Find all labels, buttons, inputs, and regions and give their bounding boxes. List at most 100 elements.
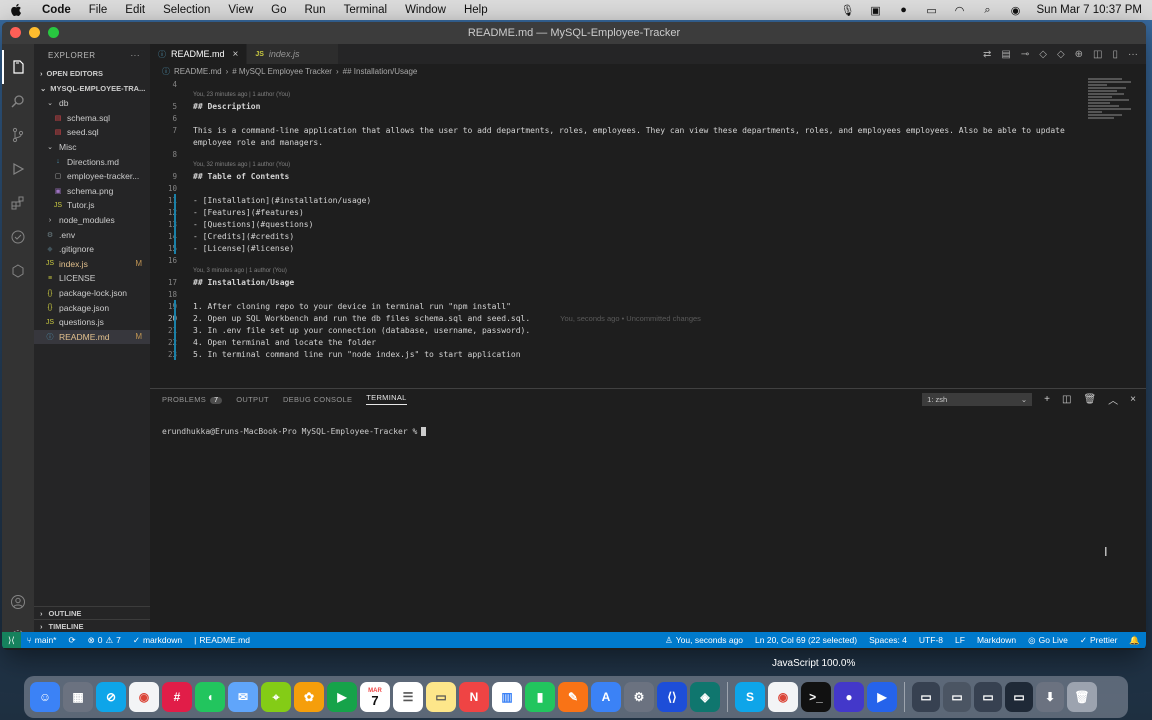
open-preview-icon[interactable]: ▤	[1001, 49, 1010, 60]
remote-indicator[interactable]: ⟩⟨	[2, 632, 21, 648]
breadcrumb-file[interactable]: README.md	[174, 67, 222, 76]
next-change-icon[interactable]: ◇	[1057, 49, 1065, 60]
remote-explorer-icon[interactable]	[2, 220, 34, 254]
facetime-icon[interactable]: ▶	[327, 682, 357, 712]
tab-output[interactable]: OUTPUT	[236, 395, 269, 404]
search-icon[interactable]	[2, 84, 34, 118]
language-mode[interactable]: Markdown	[971, 635, 1022, 645]
file-tree-item[interactable]: JS Tutor.js	[34, 198, 150, 213]
kill-terminal-icon[interactable]: 🗑	[1083, 394, 1096, 405]
menubar-clock[interactable]: Sun Mar 7 10:37 PM	[1037, 4, 1142, 16]
code-line[interactable]: 22 4. Open terminal and locate the folder	[150, 336, 1146, 348]
photos-icon[interactable]: ✿	[294, 682, 324, 712]
pages-icon[interactable]: ✎	[558, 682, 588, 712]
tab-readme[interactable]: ⓘ README.md ×	[150, 44, 248, 64]
menu-app-name[interactable]: Code	[42, 4, 71, 16]
explorer-icon[interactable]	[2, 50, 34, 84]
open-changes-icon[interactable]: ⊕	[1075, 49, 1083, 60]
code-editor[interactable]: 4 You, 23 minutes ago | 1 author (You) 5 ##…	[150, 78, 1146, 388]
close-icon[interactable]: ×	[233, 49, 239, 60]
go-live[interactable]: ◎ Go Live	[1022, 635, 1074, 646]
slack-icon[interactable]: #	[162, 682, 192, 712]
zoom-app-icon[interactable]: ▶	[867, 682, 897, 712]
menu-go[interactable]: Go	[271, 4, 286, 16]
terminal-output[interactable]: erundhukka@Eruns-MacBook-Pro MySQL-Emplo…	[162, 427, 427, 436]
code-line[interactable]: 14 - [Credits](#credits)	[150, 230, 1146, 242]
terminal-select[interactable]: 1: zsh ⌄	[922, 393, 1033, 406]
menu-edit[interactable]: Edit	[125, 4, 145, 16]
more-actions-icon[interactable]: ···	[131, 51, 141, 60]
project-section[interactable]: ⌄ MYSQL-EMPLOYEE-TRA...	[34, 81, 150, 96]
active-file[interactable]: | README.md	[188, 635, 256, 645]
microphone-icon[interactable]: 🎙	[841, 4, 855, 17]
previous-change-icon[interactable]: ◇	[1039, 49, 1047, 60]
file-tree-item[interactable]: ↓ Directions.md	[34, 154, 150, 169]
messages-icon[interactable]: ◖	[195, 682, 225, 712]
problems-indicator[interactable]: ⊗ 0 ⚠ 7	[82, 635, 127, 646]
menu-file[interactable]: File	[89, 4, 108, 16]
code-line[interactable]: 4	[150, 78, 1146, 90]
system-preferences-icon[interactable]: ⚙	[624, 682, 654, 712]
vscode-icon[interactable]: ⟨⟩	[657, 682, 687, 712]
zoom-icon[interactable]: ▣	[869, 4, 883, 17]
tab-debug-console[interactable]: DEBUG CONSOLE	[283, 395, 352, 404]
maximize-window-button[interactable]	[48, 27, 59, 38]
mail-icon[interactable]: ✉	[228, 682, 258, 712]
battery-icon[interactable]: ▭	[925, 4, 939, 17]
code-line[interactable]: 21 3. In .env file set up your connection…	[150, 324, 1146, 336]
file-tree-item[interactable]: ⌄ Misc	[34, 140, 150, 155]
git-branch[interactable]: ⑂ main*	[21, 635, 63, 645]
timeline-section[interactable]: › TIMELINE	[34, 619, 150, 632]
run-debug-icon[interactable]	[2, 152, 34, 186]
chrome-icon[interactable]: ◉	[129, 682, 159, 712]
terminal-icon[interactable]: >_	[801, 682, 831, 712]
file-tree-item[interactable]: ⌄ db	[34, 96, 150, 111]
more-actions-icon[interactable]: ···	[1128, 49, 1138, 60]
keynote-icon[interactable]: ▥	[492, 682, 522, 712]
siri-icon[interactable]: ◉	[1009, 4, 1023, 17]
code-line[interactable]: 10	[150, 182, 1146, 194]
file-tree-item[interactable]: JS index.js M	[34, 257, 150, 272]
cursor-position[interactable]: Ln 20, Col 69 (22 selected)	[749, 635, 863, 645]
close-window-button[interactable]	[10, 27, 21, 38]
finder-icon[interactable]: ☺	[30, 682, 60, 712]
code-line[interactable]: 8	[150, 148, 1146, 160]
file-tree-item[interactable]: ⓘ README.md M	[34, 329, 150, 345]
tab-terminal[interactable]: TERMINAL	[366, 393, 407, 405]
window-thumbnail-icon[interactable]: ▭	[974, 682, 1002, 712]
breadcrumb-heading-2[interactable]: ## Installation/Usage	[343, 67, 418, 76]
prettier[interactable]: ✓ Prettier	[1074, 635, 1124, 646]
tab-problems[interactable]: PROBLEMS 7	[162, 395, 223, 404]
chrome-icon[interactable]: ◉	[768, 682, 798, 712]
calendar-icon[interactable]: MAR 7	[360, 682, 390, 712]
menu-terminal[interactable]: Terminal	[344, 4, 387, 16]
menu-help[interactable]: Help	[464, 4, 488, 16]
code-line[interactable]: employee role and managers.	[150, 136, 1146, 148]
mysql-workbench-icon[interactable]: ◈	[690, 682, 720, 712]
code-line[interactable]: 6	[150, 112, 1146, 124]
window-thumbnail-icon[interactable]: ▭	[1005, 682, 1033, 712]
menu-window[interactable]: Window	[405, 4, 446, 16]
code-line[interactable]: 20 2. Open up SQL Workbench and run the d…	[150, 312, 1146, 324]
code-line[interactable]: 16	[150, 254, 1146, 266]
file-tree-item[interactable]: ▢ employee-tracker...	[34, 169, 150, 184]
screen-recorder-icon[interactable]: ●	[834, 682, 864, 712]
code-line[interactable]: 23 5. In terminal command line run "node …	[150, 348, 1146, 360]
new-terminal-icon[interactable]: +	[1044, 394, 1050, 405]
numbers-icon[interactable]: ▮	[525, 682, 555, 712]
trash-icon[interactable]: 🗑	[1067, 682, 1097, 712]
launchpad-icon[interactable]: ▦	[63, 682, 93, 712]
news-icon[interactable]: N	[459, 682, 489, 712]
indentation[interactable]: Spaces: 4	[863, 635, 913, 645]
code-line[interactable]: 17 ## Installation/Usage	[150, 276, 1146, 288]
live-share-icon[interactable]	[2, 254, 34, 288]
code-line[interactable]: 15 - [License](#license)	[150, 242, 1146, 254]
file-tree-item[interactable]: {} package.json	[34, 300, 150, 315]
git-history-icon[interactable]: ⊸	[1021, 49, 1029, 60]
code-line[interactable]: 12 - [Features](#features)	[150, 206, 1146, 218]
outline-section[interactable]: › OUTLINE	[34, 606, 150, 619]
tab-index-js[interactable]: JS index.js	[247, 44, 340, 64]
extensions-icon[interactable]	[2, 186, 34, 220]
code-line[interactable]: 19 1. After cloning repo to your device i…	[150, 300, 1146, 312]
file-tree-item[interactable]: › node_modules	[34, 213, 150, 228]
